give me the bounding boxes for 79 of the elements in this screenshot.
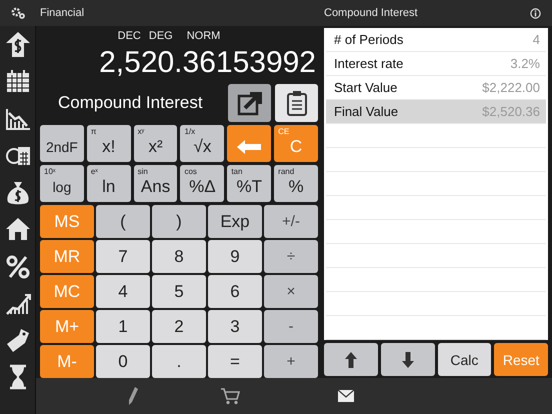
calculator-key[interactable]: 8 xyxy=(152,240,206,273)
dollar-arrow-icon[interactable] xyxy=(4,31,30,57)
calculator-key[interactable]: 4 xyxy=(96,275,150,308)
calculator-key[interactable]: 7 xyxy=(96,240,150,273)
mode-label: DEC xyxy=(118,30,141,42)
calculator-key[interactable]: 10ˣ log xyxy=(40,165,84,202)
calculator-key[interactable]: ( xyxy=(96,205,150,238)
calculator-key[interactable]: 3 xyxy=(208,310,262,343)
info-icon[interactable] xyxy=(530,8,541,18)
display-value: 2,520.36153992 xyxy=(98,45,317,81)
calculator-key[interactable]: sin Ans xyxy=(134,165,178,202)
house-icon[interactable] xyxy=(4,216,30,242)
row-value: $2,520.36 xyxy=(482,104,540,119)
down-arrow-icon xyxy=(402,352,414,368)
calculator-key[interactable]: +/- xyxy=(264,205,318,238)
calculator-key[interactable]: 6 xyxy=(208,275,262,308)
calculator-key[interactable]: 1 xyxy=(96,310,150,343)
row-label: Start Value xyxy=(334,80,398,95)
price-tag-icon[interactable] xyxy=(4,327,30,353)
calculator-key[interactable]: 1/x √x xyxy=(180,125,224,162)
calculator-key[interactable]: 9 xyxy=(208,240,262,273)
result-row[interactable]: # of Periods 4 xyxy=(326,28,546,52)
calculator-key[interactable]: cos %Δ xyxy=(180,165,224,202)
row-value: 3.2% xyxy=(510,56,540,71)
shift-label: cos xyxy=(184,167,197,176)
money-bag-icon[interactable] xyxy=(4,179,30,205)
row-label: # of Periods xyxy=(334,32,404,47)
shift-label: π xyxy=(90,127,96,136)
up-arrow-icon xyxy=(344,352,357,368)
calendar-icon[interactable] xyxy=(4,68,30,94)
calculator-key[interactable]: ÷ xyxy=(264,240,318,273)
clipboard-icon xyxy=(286,90,308,116)
shift-label: sin xyxy=(138,167,148,176)
app-title: Financial xyxy=(39,7,84,19)
calculator-key[interactable]: π x! xyxy=(86,125,131,162)
shift-label: eˣ xyxy=(90,167,98,176)
calculator-key[interactable]: + xyxy=(264,345,318,378)
shift-label: tan xyxy=(231,167,242,176)
pencil-icon[interactable] xyxy=(126,386,138,406)
row-value: 4 xyxy=(532,32,540,47)
mode-label: NORM xyxy=(186,30,220,42)
settings-icon[interactable] xyxy=(11,7,25,19)
mode-label: DEG xyxy=(148,30,173,42)
shift-label: rand xyxy=(278,167,294,176)
result-row[interactable]: Interest rate 3.2% xyxy=(326,52,546,76)
cart-icon[interactable] xyxy=(220,387,240,405)
shift-label: xʸ xyxy=(138,127,144,136)
down-button[interactable] xyxy=(380,343,434,376)
calculator-key[interactable]: 2 xyxy=(152,310,206,343)
shift-label: CE xyxy=(278,127,290,136)
arrow-icon xyxy=(237,140,262,154)
shift-label: 1/x xyxy=(184,127,196,136)
calculator-title: Compound Interest xyxy=(57,93,204,113)
calculator-key[interactable]: eˣ ln xyxy=(86,165,131,202)
export-button[interactable] xyxy=(228,84,271,122)
shift-label: 10ˣ xyxy=(44,167,56,176)
calculator-key[interactable]: 5 xyxy=(152,275,206,308)
panel-title: Compound Interest xyxy=(323,7,418,19)
calculator-key[interactable]: = xyxy=(208,345,262,378)
calculator-key[interactable]: - xyxy=(264,310,318,343)
up-button[interactable] xyxy=(324,343,378,376)
mail-icon[interactable] xyxy=(338,390,354,402)
calculator-key[interactable]: 0 xyxy=(96,345,150,378)
calculator-key[interactable]: tan %T xyxy=(227,165,272,202)
calculator-key[interactable]: xʸ x² xyxy=(134,125,178,162)
row-value: $2,222.00 xyxy=(482,80,540,95)
calculator-key[interactable]: ) xyxy=(152,205,206,238)
calculator-key[interactable]: Exp xyxy=(208,205,262,238)
percent-icon[interactable] xyxy=(4,253,30,279)
clipboard-button[interactable] xyxy=(275,84,318,122)
calculator-key[interactable]: × xyxy=(264,275,318,308)
calculator-key[interactable]: 2ndF xyxy=(40,125,84,162)
calculator-key[interactable]: rand % xyxy=(274,165,318,202)
result-row[interactable]: Final Value $2,520.36 xyxy=(326,100,546,124)
calculator-key[interactable]: . xyxy=(152,345,206,378)
calc-button[interactable]: Calc xyxy=(438,343,492,376)
export-icon xyxy=(236,90,262,116)
row-label: Final Value xyxy=(334,104,398,119)
row-label: Interest rate xyxy=(334,56,404,71)
